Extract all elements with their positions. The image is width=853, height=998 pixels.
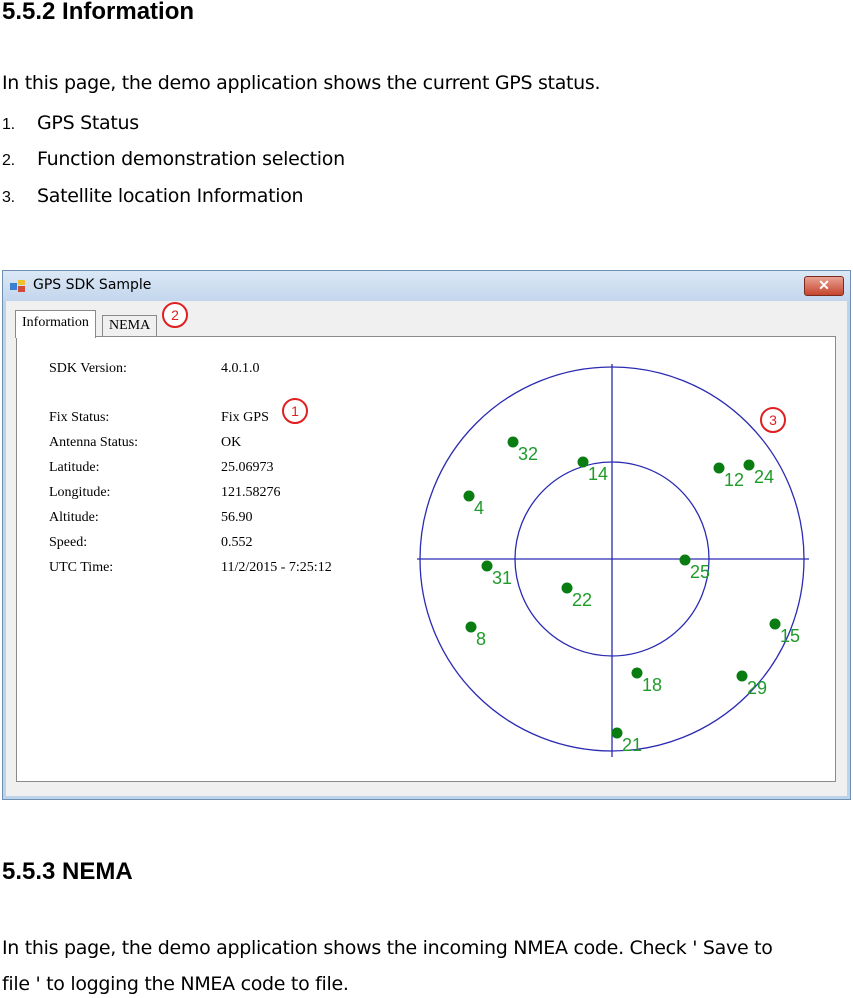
satellite-8-dot	[465, 621, 477, 633]
intro-paragraph: In this page, the demo application shows…	[2, 72, 601, 94]
close-button[interactable]: ✕	[804, 276, 844, 296]
tab-information[interactable]: Information	[15, 310, 96, 338]
satellite-14-label: 14	[588, 464, 608, 484]
satellite-15-dot	[769, 618, 781, 630]
list-item: 2. Function demonstration selection	[2, 148, 345, 170]
satellite-29-dot	[736, 670, 748, 682]
nema-paragraph-line1: In this page, the demo application shows…	[2, 937, 773, 959]
satellite-22-dot	[561, 582, 573, 594]
nema-paragraph-line2: file ' to logging the NMEA code to file.	[2, 973, 349, 995]
list-number: 1.	[2, 116, 15, 133]
satellite-32-label: 32	[518, 444, 538, 464]
list-text: Satellite location Information	[37, 185, 304, 207]
satellite-31-label: 31	[492, 568, 512, 588]
satellite-sky-plot: 32 14 12 24 4 31 22 25 8 15 18 29 21	[417, 364, 809, 757]
list-item: 3. Satellite location Information	[2, 185, 304, 207]
window-client-area: Information NEMA 2 SDK Version: 4.0.1.0 …	[6, 301, 847, 796]
window-title: GPS SDK Sample	[33, 277, 152, 293]
gps-sdk-window-screenshot: GPS SDK Sample ✕ Information NEMA 2 SDK …	[2, 270, 851, 800]
satellite-15-label: 15	[780, 626, 800, 646]
satellite-25-dot	[679, 554, 691, 566]
satellite-14-dot	[577, 456, 589, 468]
list-number: 3.	[2, 189, 15, 206]
satellite-8-label: 8	[476, 629, 486, 649]
satellite-22-label: 22	[572, 590, 592, 610]
satellite-4-label: 4	[474, 498, 484, 518]
satellite-29-label: 29	[747, 678, 767, 698]
satellite-24-dot	[743, 459, 755, 471]
satellite-31-dot	[481, 560, 493, 572]
satellite-18-label: 18	[642, 675, 662, 695]
app-icon	[10, 280, 25, 292]
list-text: Function demonstration selection	[37, 148, 345, 170]
satellite-12-label: 12	[724, 470, 744, 490]
satellite-32-dot	[507, 436, 519, 448]
list-item: 1. GPS Status	[2, 112, 139, 134]
satellite-24-label: 24	[754, 467, 774, 487]
section-heading-nema: 5.5.3 NEMA	[2, 858, 133, 885]
satellite-12-dot	[713, 462, 725, 474]
callout-2-badge: 2	[162, 302, 188, 328]
satellite-18-dot	[631, 667, 643, 679]
list-number: 2.	[2, 152, 15, 169]
satellite-25-label: 25	[690, 562, 710, 582]
section-heading-information: 5.5.2 Information	[2, 0, 195, 25]
information-panel: SDK Version: 4.0.1.0 Fix Status: Fix GPS…	[16, 336, 836, 782]
tab-nema[interactable]: NEMA	[102, 315, 158, 337]
satellite-21-label: 21	[622, 735, 642, 755]
satellite-4-dot	[463, 490, 475, 502]
satellite-21-dot	[611, 727, 623, 739]
list-text: GPS Status	[37, 112, 139, 134]
window-titlebar: GPS SDK Sample ✕	[3, 271, 850, 301]
